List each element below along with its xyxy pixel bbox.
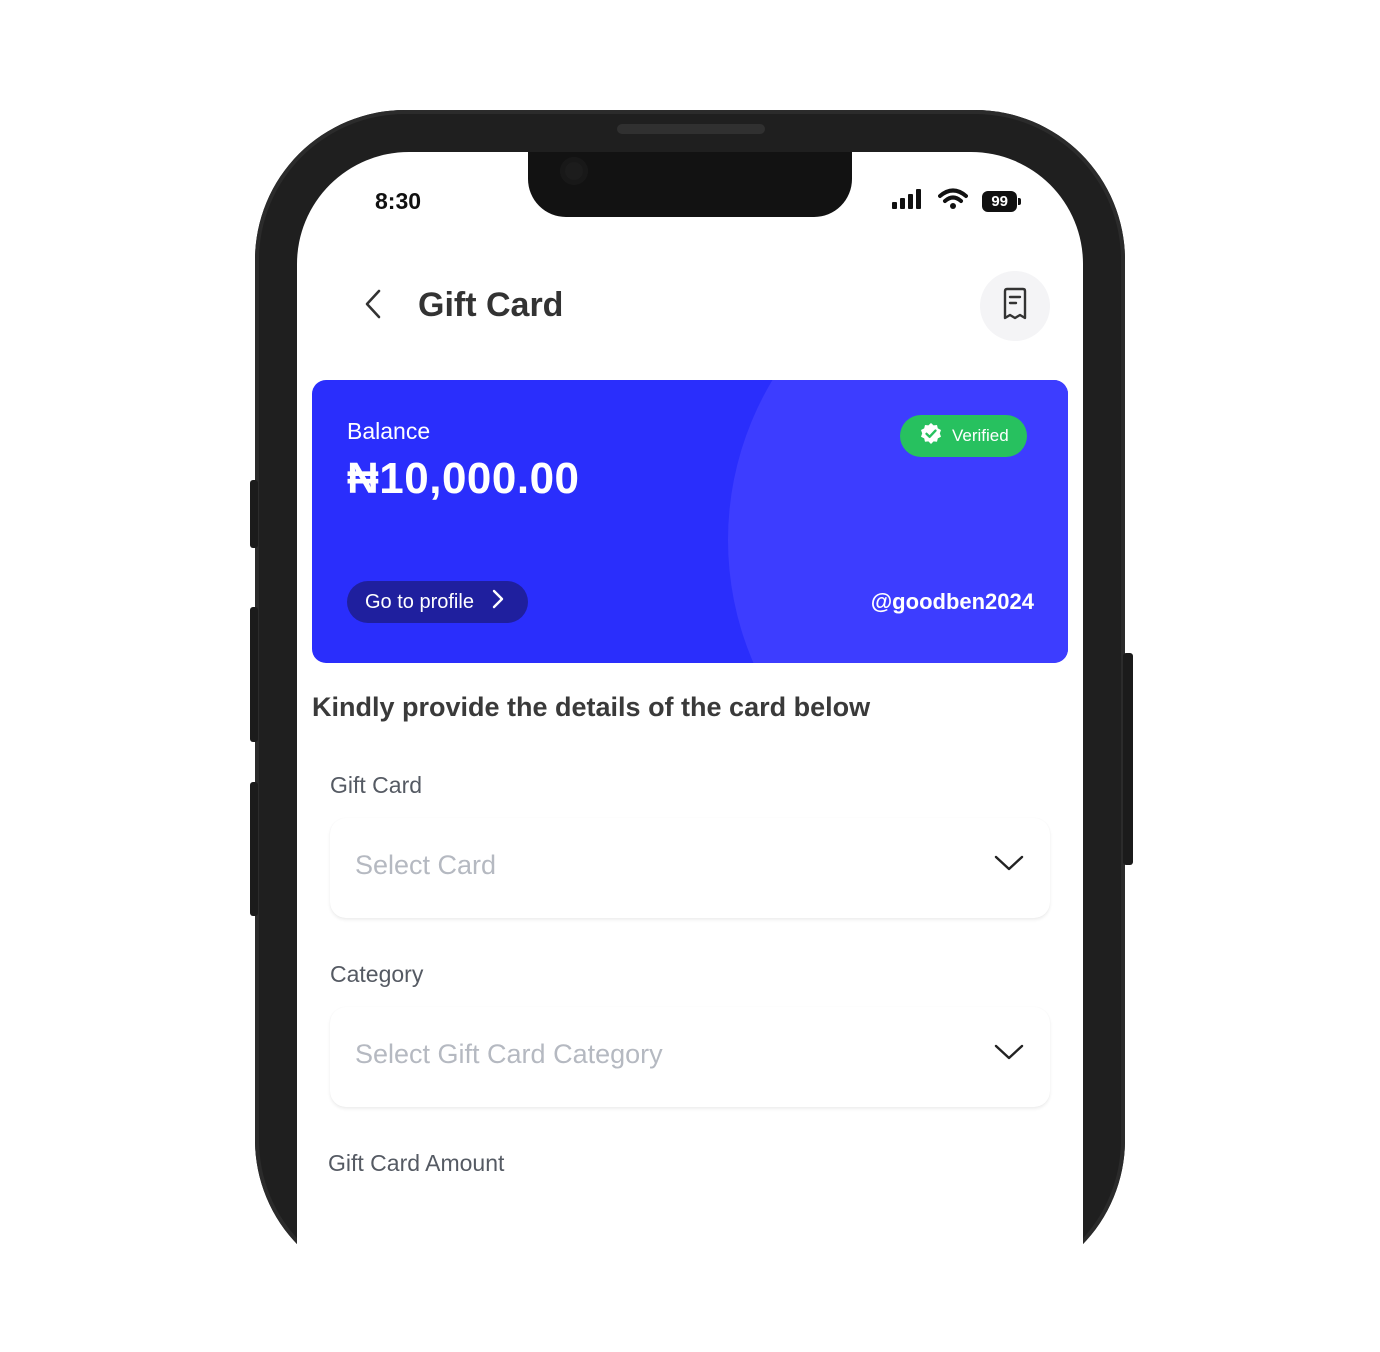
signal-icon — [892, 189, 924, 214]
verified-badge: Verified — [900, 415, 1027, 457]
phone-volume-down — [250, 782, 258, 916]
username: @goodben2024 — [870, 589, 1034, 614]
front-camera — [560, 157, 588, 185]
form-instruction: Kindly provide the details of the card b… — [312, 692, 871, 722]
balance-card: Balance ₦10,000.00 Verified Go to profil… — [312, 380, 1068, 663]
chevron-down-icon — [994, 1043, 1024, 1066]
back-chevron-icon — [363, 288, 383, 325]
gift-card-placeholder: Select Card — [355, 850, 497, 880]
gift-card-label: Gift Card — [330, 772, 423, 798]
status-icons: 99 — [892, 188, 1021, 215]
category-label: Category — [330, 961, 424, 987]
chevron-right-icon — [492, 589, 504, 615]
verified-label: Verified — [952, 426, 1009, 445]
balance-amount: ₦10,000.00 — [347, 454, 580, 503]
chevron-down-icon — [994, 854, 1024, 877]
gift-card-select[interactable]: Select Card — [330, 818, 1050, 918]
receipt-icon — [1001, 287, 1029, 326]
notch — [528, 152, 852, 217]
wifi-icon — [938, 188, 969, 215]
category-select[interactable]: Select Gift Card Category — [330, 1007, 1050, 1107]
status-time: 8:30 — [375, 188, 422, 214]
category-placeholder: Select Gift Card Category — [355, 1039, 663, 1069]
transaction-history-button[interactable] — [980, 271, 1050, 341]
page-title: Gift Card — [418, 286, 564, 324]
verified-check-icon — [919, 422, 943, 451]
app-screen: 8:30 99 Gift Card Balance ₦10,000.00 Ver… — [297, 152, 1083, 1352]
phone-speaker — [617, 124, 765, 134]
phone-power-button — [1123, 653, 1133, 865]
phone-volume-up — [250, 607, 258, 742]
go-to-profile-button[interactable]: Go to profile — [347, 581, 528, 623]
battery-indicator: 99 — [982, 191, 1021, 212]
back-button[interactable] — [355, 286, 391, 326]
gift-card-amount-label: Gift Card Amount — [328, 1150, 505, 1176]
go-to-profile-label: Go to profile — [365, 590, 474, 613]
phone-silent-switch — [250, 480, 258, 548]
balance-label: Balance — [347, 418, 431, 444]
